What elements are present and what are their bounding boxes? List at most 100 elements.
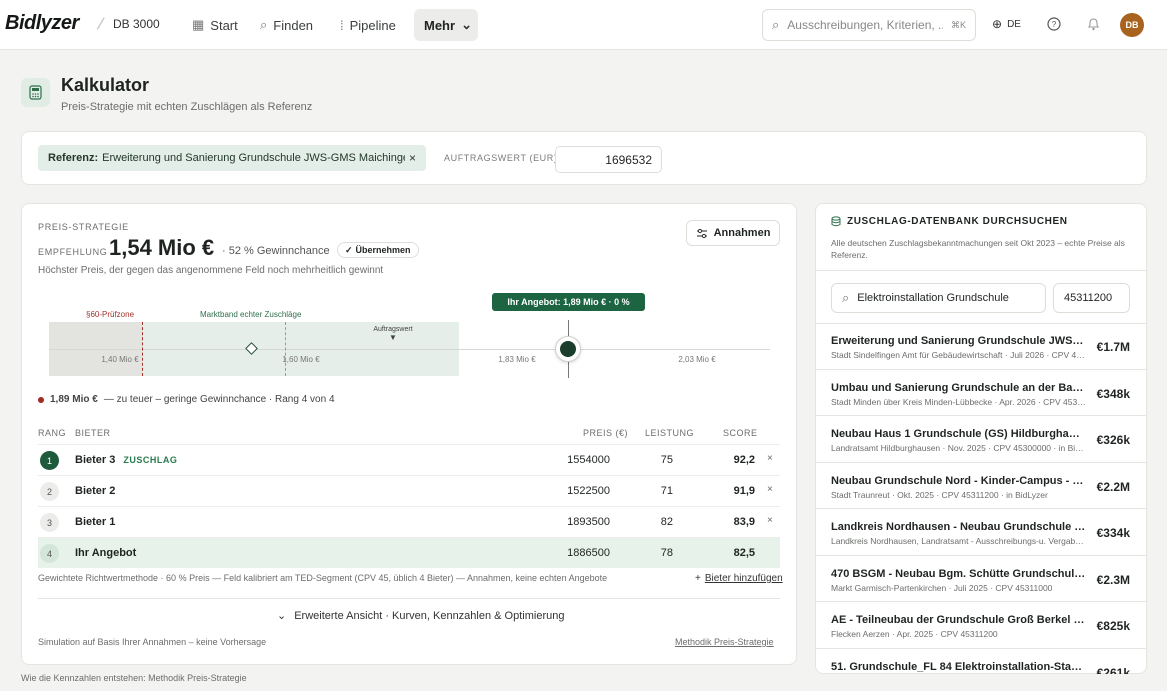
apply-button[interactable]: ✓ Übernehmen [337, 242, 419, 258]
result-value: €261k [1096, 665, 1130, 675]
global-search-input[interactable] [787, 18, 943, 32]
avatar[interactable]: DB [1120, 13, 1144, 37]
rank-badge: 2 [40, 482, 59, 501]
order-value-input[interactable] [555, 146, 662, 173]
price-cell[interactable]: 1554000 [518, 454, 610, 466]
add-bidder-link[interactable]: + Bieter hinzufügen [695, 573, 783, 584]
remove-row-icon[interactable]: × [767, 453, 773, 464]
result-title: 51. Grundschule_FL 84 Elektroinstallatio… [831, 660, 1086, 673]
nav-finden[interactable]: ⌕ Finden [250, 9, 323, 41]
language-switcher[interactable]: ⊕ DE [992, 17, 1021, 31]
simulation-note: Simulation auf Basis Ihrer Annahmen – ke… [38, 637, 267, 647]
shortcut-hint: ⌘K [950, 19, 966, 30]
cpv-input[interactable] [1053, 283, 1130, 313]
logo[interactable]: Bidlyzer [5, 12, 79, 35]
result-item[interactable]: Erweiterung und Sanierung Grundschule JW… [815, 323, 1146, 370]
result-value: €326k [1096, 433, 1130, 447]
reference-text: Erweiterung und Sanierung Grundschule JW… [102, 152, 405, 164]
globe-icon: ⊕ [992, 17, 1003, 31]
assumptions-button[interactable]: Annahmen [686, 220, 780, 246]
axis-tick: 1,40 Mio € [101, 355, 139, 364]
result-item[interactable]: Neubau Haus 1 Grundschule (GS) Hildburgh… [815, 416, 1146, 463]
reference-chip[interactable]: Referenz: Erweiterung und Sanierung Grun… [38, 145, 426, 171]
order-value-label: AUFTRAGSWERT (EUR) [444, 153, 558, 163]
status-dot-icon [38, 396, 44, 403]
result-subtitle: Flecken Aerzen · Apr. 2025 · CPV 4531120… [831, 629, 998, 639]
project-selector[interactable]: DB 3000 [113, 17, 160, 31]
order-value-marker-label: Auftragswert [373, 326, 413, 333]
performance-cell[interactable]: 75 [628, 454, 673, 466]
price-cell[interactable]: 1886500 [518, 547, 610, 559]
result-value: €825k [1096, 619, 1130, 633]
performance-cell[interactable]: 71 [628, 485, 673, 497]
result-subtitle: Stadt Sindelfingen Amt für Gebäudewirtsc… [831, 350, 1086, 360]
database-search-input[interactable] [857, 292, 1035, 304]
performance-cell[interactable]: 78 [628, 547, 673, 559]
performance-cell[interactable]: 82 [628, 516, 673, 528]
price-cell[interactable]: 1522500 [518, 485, 610, 497]
reference-label: Referenz: [48, 152, 99, 164]
method-note: Gewichtete Richtwertmethode · 60 % Preis… [38, 573, 608, 583]
market-median-line [285, 322, 286, 376]
result-item[interactable]: Landkreis Nordhausen - Neubau Grundschul… [815, 509, 1146, 556]
result-item[interactable]: AE - Teilneubau der Grundschule Groß Ber… [815, 602, 1146, 649]
column-header-price: PREIS (€) [582, 428, 628, 438]
nav-pipeline[interactable]: ⁞ Pipeline [330, 9, 406, 41]
result-item[interactable]: Umbau und Sanierung Grundschule an der B… [815, 370, 1146, 416]
table-row: 1 Bieter 3 ZUSCHLAG 1554000 75 92,2 × [38, 444, 780, 475]
top-bar: Bidlyzer / DB 3000 ▦ Start ⌕ Finden ⁞ Pi… [0, 0, 1167, 50]
your-offer-bubble: Ihr Angebot: 1,89 Mio € · 0 % [492, 293, 645, 311]
page-subtitle: Preis-Strategie mit echten Zuschlägen al… [61, 101, 313, 113]
search-icon: ⌕ [260, 17, 268, 32]
help-icon[interactable]: ? [1045, 15, 1063, 33]
result-title: Neubau Haus 1 Grundschule (GS) Hildburgh… [831, 428, 1086, 440]
plus-icon: + [695, 573, 701, 584]
rank-badge: 4 [40, 544, 59, 563]
order-value-marker: Auftragswert ▼ [369, 326, 417, 342]
table-row-own-offer: 4 Ihr Angebot 1886500 78 82,5 [38, 537, 780, 568]
pipeline-icon: ⁞ [340, 17, 344, 33]
language-label: DE [1007, 18, 1021, 30]
price-slider-handle[interactable] [555, 336, 581, 362]
table-row: 3 Bieter 1 1893500 82 83,9 × [38, 506, 780, 537]
method-link[interactable]: Methodik Preis-Strategie [675, 637, 774, 647]
result-value: €2.3M [1096, 572, 1130, 587]
database-description: Alle deutschen Zuschlagsbekanntmachungen… [831, 238, 1125, 260]
chevron-down-icon: ⌄ [277, 610, 287, 622]
recommendation-description: Höchster Preis, der gegen das angenommen… [38, 265, 384, 276]
score-cell: 92,2 [733, 454, 755, 466]
bidder-name: Bieter 2 [75, 485, 116, 497]
remove-row-icon[interactable]: × [767, 515, 773, 526]
search-icon: ⌕ [842, 290, 850, 305]
result-title: Landkreis Nordhausen - Neubau Grundschul… [831, 521, 1086, 533]
nav-pipeline-label: Pipeline [349, 17, 396, 33]
global-search[interactable]: ⌕ ⌘K [762, 9, 976, 41]
page-title: Kalkulator [61, 75, 150, 95]
result-item[interactable]: Neubau Grundschule Nord - Kinder-Campus … [815, 463, 1146, 509]
expand-toggle[interactable]: ⌄ Erweiterte Ansicht · Kurven, Kennzahle… [277, 609, 564, 623]
remove-row-icon[interactable]: × [767, 484, 773, 495]
footer-note: Wie die Kennzahlen entstehen: Methodik P… [21, 673, 247, 683]
footer-method-link[interactable]: Methodik Preis-Strategie [148, 673, 247, 683]
result-item[interactable]: 51. Grundschule_FL 84 Elektroinstallatio… [815, 649, 1146, 675]
result-title: Erweiterung und Sanierung Grundschule JW… [831, 335, 1086, 347]
bell-icon[interactable] [1084, 15, 1102, 33]
result-subtitle: Landkreis Nordhausen, Landratsamt - Auss… [831, 536, 1086, 546]
rank-badge: 1 [40, 451, 59, 470]
nav-mehr[interactable]: Mehr ⌄ [414, 9, 478, 41]
result-subtitle: Stadt Traunreut · Okt. 2025 · CPV 453112… [831, 489, 1048, 500]
nav-start[interactable]: ▦ Start [182, 9, 248, 41]
sliders-icon [696, 228, 707, 238]
pruefzone-label: §60-Prüfzone [86, 310, 135, 319]
column-header-rank: RANG [38, 428, 67, 438]
result-item[interactable]: 470 BSGM - Neubau Bgm. Schütte Grundschu… [815, 556, 1146, 602]
price-cell[interactable]: 1893500 [518, 516, 610, 528]
bidder-name: Ihr Angebot [75, 547, 137, 559]
close-icon[interactable]: × [409, 151, 416, 165]
status-value: 1,89 Mio € [50, 394, 98, 405]
nav-mehr-label: Mehr [424, 17, 456, 33]
strategy-section-label: PREIS-STRATEGIE [38, 222, 129, 232]
column-header-performance: LEISTUNG [645, 428, 695, 438]
nav-start-label: Start [210, 17, 238, 33]
database-search[interactable]: ⌕ [831, 283, 1046, 313]
